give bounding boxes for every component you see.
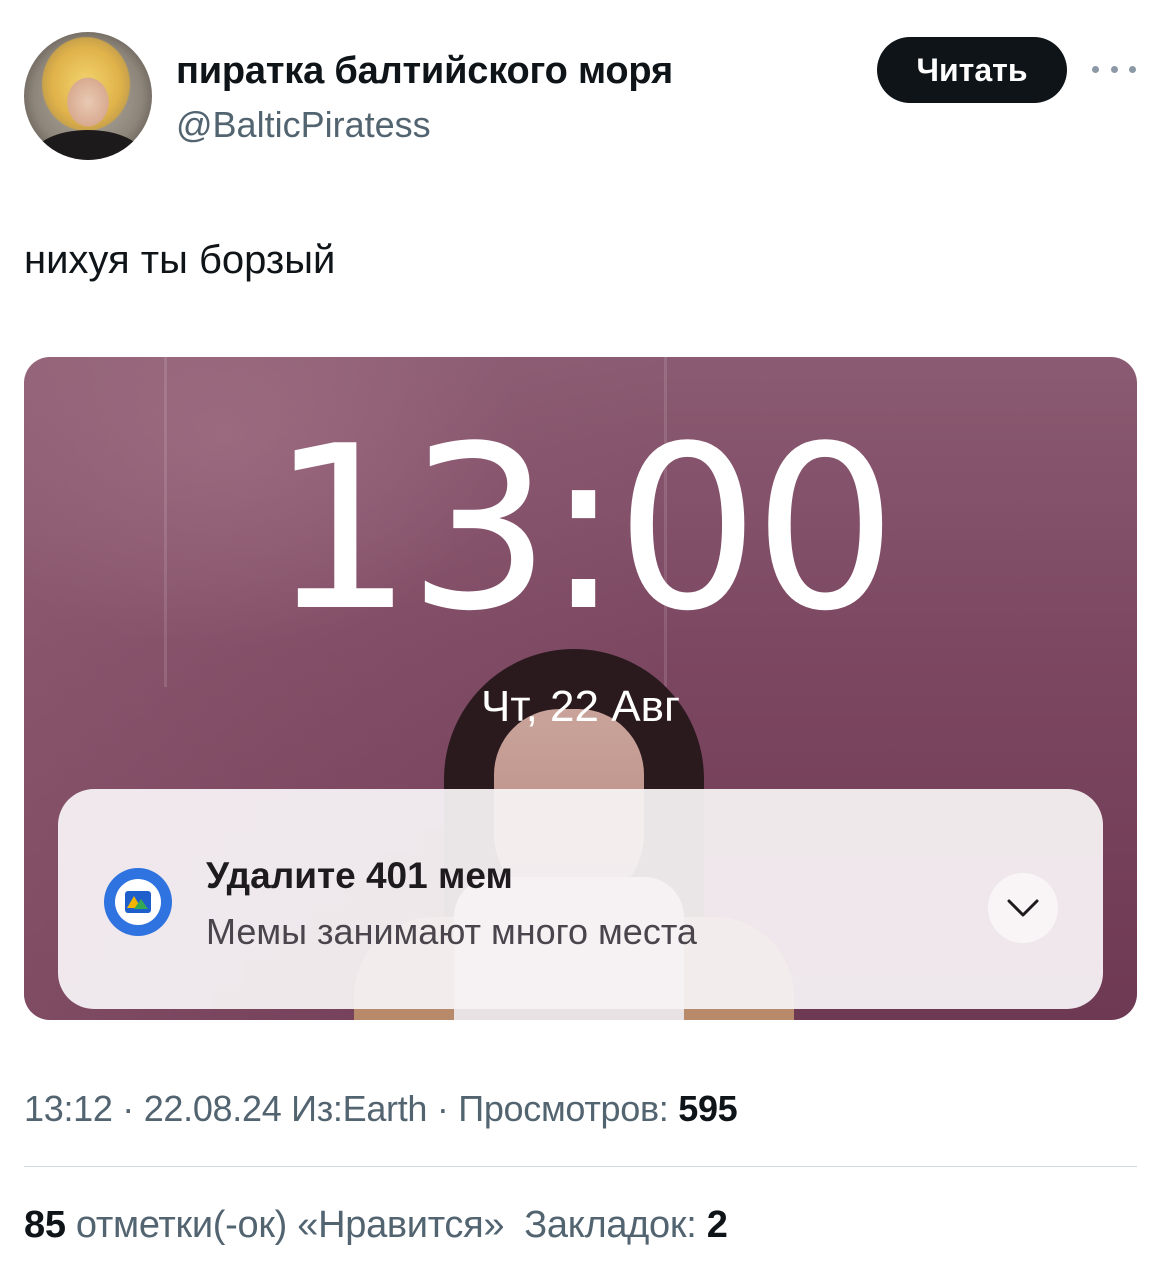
tweet-text: нихуя ты борзый	[24, 238, 336, 282]
likes-label[interactable]: отметки(-ок) «Нравится»	[66, 1204, 505, 1246]
bookmarks-label[interactable]: Закладок:	[524, 1204, 707, 1246]
views-label: Просмотров:	[458, 1088, 679, 1129]
tweet-time[interactable]: 13:12	[24, 1088, 113, 1129]
more-options-icon[interactable]	[1092, 54, 1136, 84]
notification-card[interactable]: Удалите 401 мем Мемы занимают много мест…	[58, 789, 1103, 1009]
lockscreen-date: Чт, 22 Авг	[481, 682, 680, 731]
bookmarks-count[interactable]: 2	[707, 1204, 728, 1246]
tweet-header: пиратка балтийского моря @BalticPiratess…	[24, 32, 1137, 162]
likes-count[interactable]: 85	[24, 1204, 66, 1246]
tweet-media-image[interactable]: 13:00 Чт, 22 Авг Удалите 401 мем Мемы за…	[24, 357, 1137, 1020]
tweet-stats: 85 отметки(-ок) «Нравится» Закладок: 2	[24, 1204, 728, 1247]
tweet-source: Из:Earth	[291, 1088, 428, 1129]
author-handle[interactable]: @BalticPiratess	[176, 104, 431, 146]
notification-expand-button[interactable]	[988, 873, 1058, 943]
gallery-app-icon	[104, 868, 172, 936]
notification-body: Мемы занимают много места	[206, 911, 697, 952]
meta-separator: ·	[427, 1088, 459, 1129]
chevron-down-icon	[1007, 899, 1039, 917]
avatar-shoulders	[34, 130, 142, 160]
author-avatar[interactable]	[24, 32, 152, 160]
tweet-meta: 13:12 · 22.08.24 Из:Earth · Просмотров: …	[24, 1088, 738, 1130]
lockscreen-clock: 13:00	[269, 398, 897, 661]
tweet-date[interactable]: 22.08.24	[144, 1088, 282, 1129]
notification-title: Удалите 401 мем	[206, 855, 513, 896]
divider	[24, 1166, 1137, 1167]
meta-separator: ·	[112, 1088, 144, 1129]
author-name[interactable]: пиратка балтийского моря	[176, 50, 673, 93]
views-count: 595	[678, 1088, 738, 1129]
follow-button[interactable]: Читать	[877, 37, 1067, 103]
